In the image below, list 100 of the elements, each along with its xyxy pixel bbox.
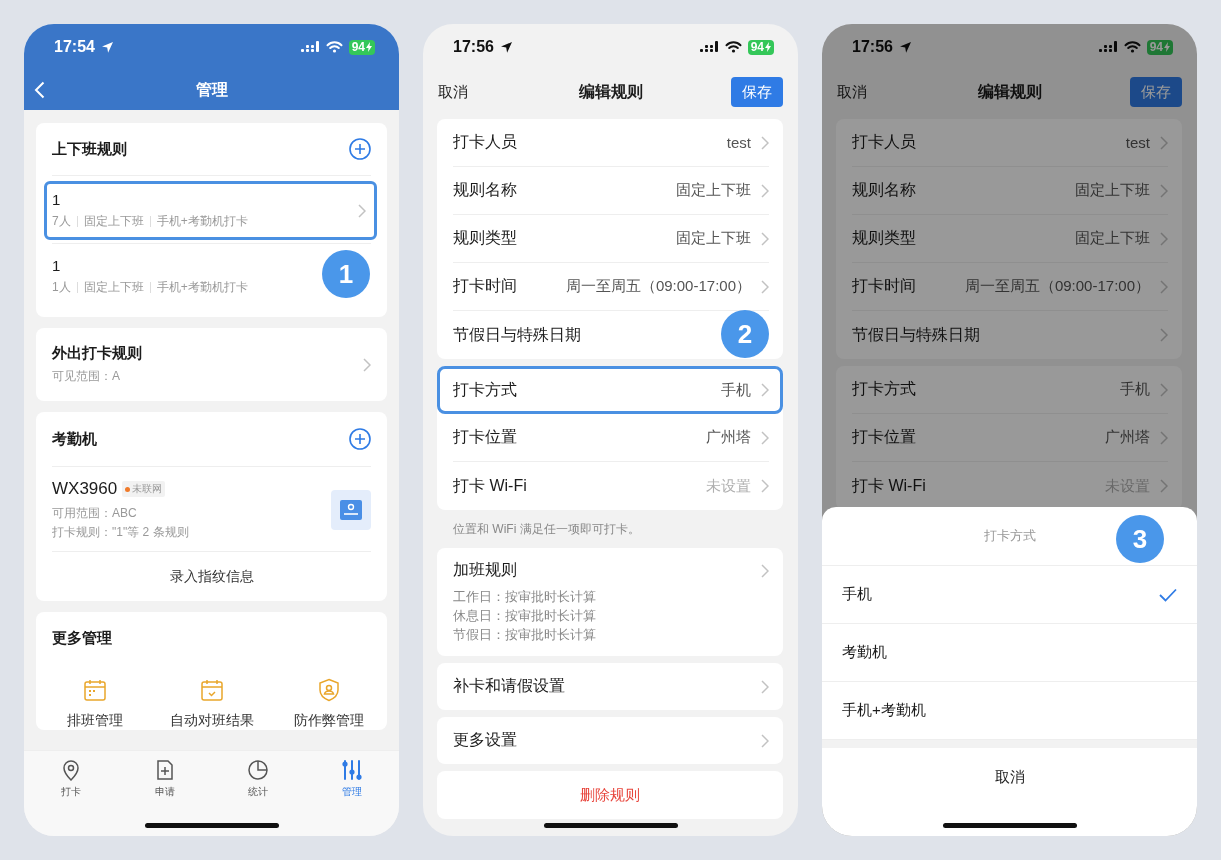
settings-row[interactable]: 补卡和请假设置 — [437, 663, 783, 710]
settings-row[interactable]: 打卡人员 test — [453, 119, 769, 167]
screen-title: 编辑规则 — [977, 81, 1042, 102]
settings-row[interactable]: 节假日与特殊日期 — [852, 311, 1168, 359]
add-icon[interactable] — [349, 428, 371, 450]
row-label: 规则名称 — [453, 180, 517, 200]
menu-item[interactable]: 排班管理 — [36, 678, 153, 730]
row-value: 手机 — [721, 380, 751, 400]
save-button[interactable]: 保存 — [731, 77, 783, 107]
settings-row[interactable]: 打卡人员 test — [852, 119, 1168, 167]
settings-row[interactable]: 打卡方式 手机 — [437, 366, 783, 414]
wifi-icon — [724, 41, 742, 53]
row-label: 规则名称 — [852, 180, 916, 200]
device-detail: 可用范围：ABC — [52, 505, 137, 522]
rule-item[interactable]: 1 1人 固定上下班 手机+考勤机打卡 1 — [44, 247, 377, 306]
option-item[interactable]: 手机 — [822, 566, 1197, 624]
hint-text: 位置和 WiFi 满足任一项即可打卡。 — [452, 521, 641, 538]
menu-item[interactable]: 自动对班结果 — [153, 678, 270, 730]
rule-card[interactable]: 外出打卡规则 可见范围：A — [36, 328, 387, 401]
delete-button[interactable]: 删除规则 — [437, 771, 783, 819]
row-label: 节假日与特殊日期 — [852, 324, 980, 345]
row-label: 打卡位置 — [852, 427, 916, 447]
tab[interactable]: 管理 — [341, 759, 364, 799]
chevron-right-icon — [1160, 231, 1168, 246]
option-item[interactable]: 考勤机 — [822, 624, 1197, 682]
settings-row[interactable]: 更多设置 — [437, 717, 783, 764]
section-title: 上下班规则 — [52, 139, 127, 159]
signal-icon — [300, 41, 320, 53]
settings-row[interactable]: 规则名称 固定上下班 — [453, 167, 769, 215]
step-badge: 3 — [1116, 515, 1164, 563]
chevron-right-icon — [761, 563, 769, 578]
chevron-right-icon — [358, 203, 366, 218]
row-value: 周一至周五（09:00-17:00） — [964, 277, 1150, 296]
cancel-button[interactable]: 取消 — [438, 82, 490, 102]
tab[interactable]: 统计 — [247, 759, 270, 799]
chevron-right-icon — [761, 430, 769, 445]
row-value: test — [726, 134, 751, 151]
row-label: 节假日与特殊日期 — [453, 324, 581, 345]
chevron-right-icon — [1160, 382, 1168, 397]
chevron-right-icon — [1160, 328, 1168, 342]
row-label: 加班规则 — [453, 560, 517, 580]
back-icon[interactable] — [34, 81, 45, 99]
battery-indicator: 94 — [747, 39, 774, 55]
row-value: 周一至周五（09:00-17:00） — [565, 277, 751, 296]
pie-chart-icon — [247, 759, 270, 781]
row-label: 打卡方式 — [453, 379, 517, 400]
row-value: 固定上下班 — [676, 229, 751, 248]
location-arrow-icon — [898, 40, 912, 54]
status-tag: 未联网 — [122, 481, 166, 497]
settings-row[interactable]: 打卡时间 周一至周五（09:00-17:00） — [453, 263, 769, 311]
location-arrow-icon — [100, 40, 114, 54]
chevron-right-icon — [1160, 135, 1168, 150]
row-value: test — [1125, 134, 1150, 151]
row-value: 手机 — [1120, 380, 1150, 399]
rule-item[interactable]: 1 7人 固定上下班 手机+考勤机打卡 — [44, 181, 377, 240]
cancel-button[interactable]: 取消 — [837, 82, 889, 102]
settings-row[interactable]: 打卡位置 广州塔 — [852, 414, 1168, 462]
rule-detail: 休息日：按审批时长计算 — [453, 607, 596, 625]
chevron-right-icon — [1160, 479, 1168, 493]
settings-row[interactable]: 规则类型 固定上下班 — [453, 215, 769, 263]
rule-detail: 工作日：按审批时长计算 — [453, 588, 596, 606]
chevron-right-icon — [761, 733, 769, 748]
row-value: 固定上下班 — [1075, 181, 1150, 200]
row-label: 打卡 Wi-Fi — [852, 475, 926, 496]
menu-item[interactable]: 防作弊管理 — [270, 678, 387, 730]
device-icon[interactable] — [331, 490, 371, 530]
sheet-title: 打卡方式 — [983, 527, 1036, 545]
row-value: 未设置 — [706, 476, 751, 496]
status-time: 17:56 — [453, 38, 494, 56]
settings-row[interactable]: 规则类型 固定上下班 — [852, 215, 1168, 263]
settings-row[interactable]: 打卡方式 手机 — [852, 366, 1168, 414]
fingerprint-button[interactable]: 录入指纹信息 — [52, 552, 371, 601]
tab[interactable]: 打卡 — [59, 759, 82, 799]
overtime-card[interactable]: 加班规则 工作日：按审批时长计算 休息日：按审批时长计算 节假日：按审批时长计算 — [437, 548, 783, 656]
row-label: 打卡时间 — [453, 276, 517, 296]
rule-name: 1 — [52, 257, 61, 274]
battery-indicator: 94 — [348, 39, 375, 55]
sliders-icon — [341, 759, 364, 781]
wifi-icon — [1123, 41, 1141, 53]
status-time: 17:56 — [852, 38, 893, 56]
row-label: 打卡位置 — [453, 427, 517, 447]
row-value: 固定上下班 — [1075, 229, 1150, 248]
step-badge: 1 — [322, 250, 370, 298]
chevron-right-icon — [761, 479, 769, 493]
settings-row[interactable]: 打卡位置 广州塔 — [453, 414, 769, 462]
row-label: 打卡时间 — [852, 276, 916, 296]
calendar-icon — [82, 678, 107, 702]
row-label: 更多设置 — [453, 730, 517, 750]
settings-row[interactable]: 打卡时间 周一至周五（09:00-17:00） — [852, 263, 1168, 311]
cancel-button[interactable]: 取消 — [822, 748, 1197, 807]
row-value: 广州塔 — [706, 428, 751, 447]
row-value: 广州塔 — [1105, 428, 1150, 447]
settings-row[interactable]: 规则名称 固定上下班 — [852, 167, 1168, 215]
tab[interactable]: 申请 — [153, 759, 176, 799]
section-title: 考勤机 — [52, 429, 97, 449]
status-time: 17:54 — [54, 38, 95, 56]
wifi-icon — [325, 41, 343, 53]
add-icon[interactable] — [349, 138, 371, 160]
settings-row[interactable]: 打卡 Wi-Fi 未设置 — [453, 462, 769, 510]
settings-row[interactable]: 节假日与特殊日期 2 — [453, 311, 769, 359]
